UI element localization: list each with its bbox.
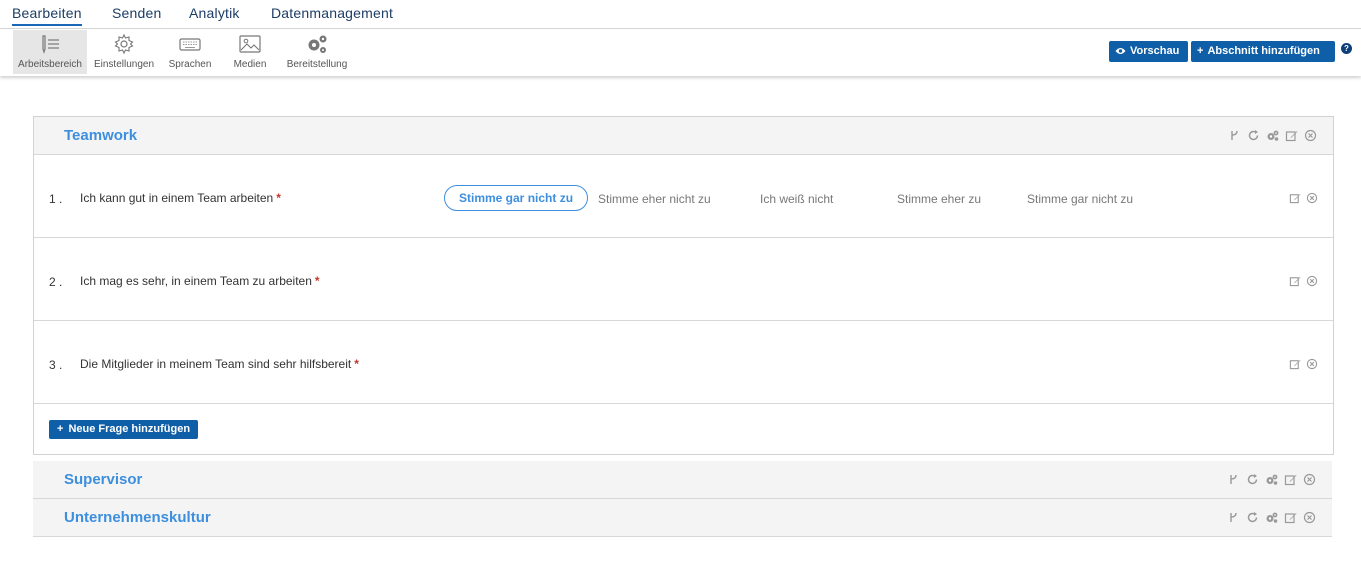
tool-label: Sprachen — [168, 59, 212, 70]
preview-label: Vorschau — [1130, 45, 1180, 57]
answer-option[interactable]: Stimme eher nicht zu — [598, 192, 711, 206]
question-number: 1 . — [49, 192, 63, 206]
answer-option[interactable]: Stimme eher zu — [897, 192, 981, 206]
help-icon[interactable]: ? — [1341, 43, 1352, 54]
tab-bearbeiten[interactable]: Bearbeiten — [12, 5, 82, 26]
question-number: 3 . — [49, 358, 63, 372]
settings-icon[interactable] — [1265, 473, 1278, 486]
section-header: Teamwork — [34, 117, 1333, 155]
question-label: Ich mag es sehr, in einem Team zu arbeit… — [80, 274, 312, 288]
section-title[interactable]: Unternehmenskultur — [64, 509, 211, 526]
question-label: Ich kann gut in einem Team arbeiten — [80, 191, 274, 205]
top-nav: Bearbeiten Senden Analytik Datenmanageme… — [0, 0, 1361, 29]
plus-icon: + — [57, 423, 64, 435]
add-section-label: Abschnitt hinzufügen — [1207, 45, 1320, 57]
section-actions — [1227, 511, 1316, 524]
section-title[interactable]: Teamwork — [64, 127, 137, 144]
section-title[interactable]: Supervisor — [64, 471, 142, 488]
toolbar: Arbeitsbereich Einstellungen Sprachen Me… — [0, 29, 1361, 76]
add-section-button[interactable]: + Abschnitt hinzufügen — [1191, 41, 1335, 62]
edit-icon[interactable] — [1289, 192, 1301, 204]
section-actions — [1227, 473, 1316, 486]
question-actions — [1289, 192, 1318, 204]
tool-sprachen[interactable]: Sprachen — [163, 30, 217, 74]
question-row: 3 . Die Mitglieder in meinem Team sind s… — [34, 321, 1333, 404]
tool-bereitstellung[interactable]: Bereitstellung — [280, 30, 354, 74]
add-question-area: + Neue Frage hinzufügen — [34, 404, 1333, 454]
close-icon[interactable] — [1306, 275, 1318, 287]
workspace-icon — [42, 35, 59, 54]
branch-icon[interactable] — [1228, 129, 1241, 142]
close-icon[interactable] — [1304, 129, 1317, 142]
close-icon[interactable] — [1306, 192, 1318, 204]
edit-icon[interactable] — [1284, 473, 1297, 486]
question-number: 2 . — [49, 275, 63, 289]
tool-medien[interactable]: Medien — [226, 30, 274, 74]
tool-label: Einstellungen — [93, 59, 155, 70]
tool-label: Bereitstellung — [286, 59, 348, 70]
tab-datenmanagement[interactable]: Datenmanagement — [271, 5, 393, 21]
edit-icon[interactable] — [1289, 275, 1301, 287]
keyboard-icon — [179, 38, 201, 51]
question-text[interactable]: Ich mag es sehr, in einem Team zu arbeit… — [80, 274, 320, 288]
tool-arbeitsbereich[interactable]: Arbeitsbereich — [13, 30, 87, 74]
image-icon — [239, 35, 261, 53]
branch-icon[interactable] — [1227, 511, 1240, 524]
answer-option[interactable]: Stimme gar nicht zu — [1027, 192, 1133, 206]
settings-icon[interactable] — [1266, 129, 1279, 142]
tool-label: Medien — [233, 59, 267, 70]
add-question-button[interactable]: + Neue Frage hinzufügen — [49, 420, 199, 439]
refresh-icon[interactable] — [1246, 473, 1259, 486]
required-marker: * — [354, 357, 359, 371]
edit-icon[interactable] — [1284, 511, 1297, 524]
settings-icon[interactable] — [1265, 511, 1278, 524]
preview-button[interactable]: Vorschau — [1109, 41, 1188, 62]
question-actions — [1289, 275, 1318, 287]
close-icon[interactable] — [1303, 473, 1316, 486]
tool-label: Arbeitsbereich — [18, 59, 82, 70]
refresh-icon[interactable] — [1246, 511, 1259, 524]
branch-icon[interactable] — [1227, 473, 1240, 486]
section-supervisor[interactable]: Supervisor — [33, 461, 1332, 499]
section-teamwork: Teamwork 1 . Ich kann gut in einem Team … — [33, 116, 1334, 455]
close-icon[interactable] — [1306, 358, 1318, 370]
plus-icon: + — [1197, 45, 1204, 57]
section-actions — [1228, 129, 1317, 142]
question-row: 1 . Ich kann gut in einem Team arbeiten *… — [34, 155, 1333, 238]
question-label: Die Mitglieder in meinem Team sind sehr … — [80, 357, 352, 371]
question-row: 2 . Ich mag es sehr, in einem Team zu ar… — [34, 238, 1333, 321]
tool-einstellungen[interactable]: Einstellungen — [88, 30, 160, 74]
answer-option-selected[interactable]: Stimme gar nicht zu — [444, 185, 589, 211]
eye-icon — [1115, 48, 1126, 54]
tab-analytik[interactable]: Analytik — [189, 5, 240, 21]
required-marker: * — [276, 191, 281, 205]
gear-icon — [114, 33, 134, 55]
section-unternehmenskultur[interactable]: Unternehmenskultur — [33, 499, 1332, 537]
refresh-icon[interactable] — [1247, 129, 1260, 142]
close-icon[interactable] — [1303, 511, 1316, 524]
add-question-label: Neue Frage hinzufügen — [68, 423, 191, 435]
tab-senden[interactable]: Senden — [112, 5, 161, 21]
gears-icon — [308, 35, 327, 53]
answer-option[interactable]: Ich weiß nicht — [760, 192, 833, 206]
question-text[interactable]: Ich kann gut in einem Team arbeiten * — [80, 191, 281, 205]
question-actions — [1289, 358, 1318, 370]
edit-icon[interactable] — [1289, 358, 1301, 370]
required-marker: * — [314, 274, 320, 288]
edit-icon[interactable] — [1285, 129, 1298, 142]
question-text[interactable]: Die Mitglieder in meinem Team sind sehr … — [80, 357, 359, 371]
